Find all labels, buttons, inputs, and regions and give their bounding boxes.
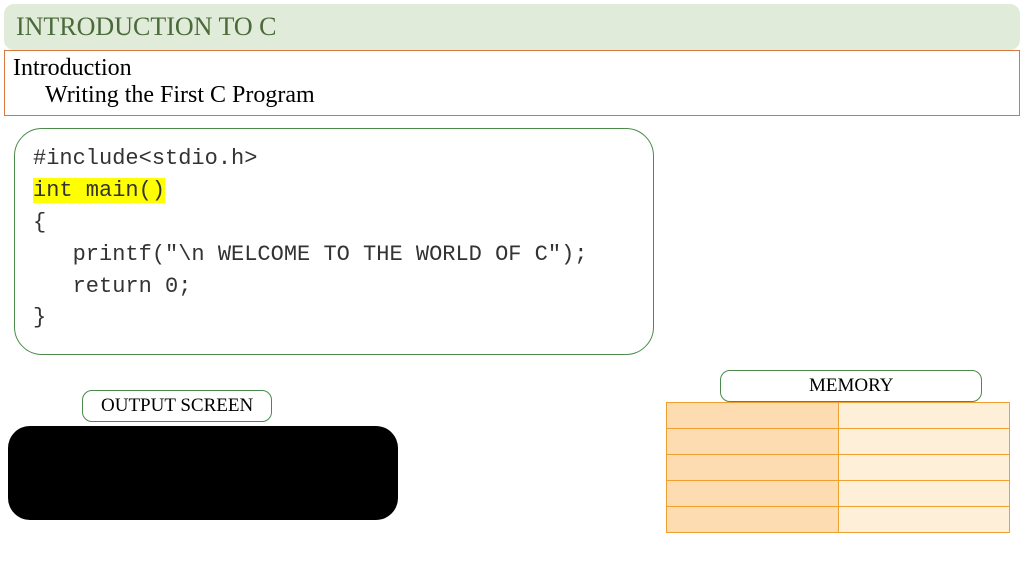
output-screen	[8, 426, 398, 520]
memory-row	[667, 429, 1010, 455]
memory-label: MEMORY	[809, 375, 893, 396]
slide-title-bar: INTRODUCTION TO C	[4, 4, 1020, 50]
memory-row	[667, 455, 1010, 481]
memory-cell	[838, 455, 1010, 481]
output-label-box: OUTPUT SCREEN	[82, 390, 272, 422]
subtitle-line2: Writing the First C Program	[13, 82, 1011, 109]
code-line-4: printf("\n WELCOME TO THE WORLD OF C");	[33, 239, 635, 271]
code-line-1: #include<stdio.h>	[33, 143, 635, 175]
code-line-3: {	[33, 207, 635, 239]
memory-row	[667, 403, 1010, 429]
memory-cell	[667, 481, 839, 507]
subtitle-box: Introduction Writing the First C Program	[4, 50, 1020, 116]
memory-cell	[667, 507, 839, 533]
code-line-6: }	[33, 302, 635, 334]
memory-table	[666, 402, 1010, 533]
memory-cell	[667, 403, 839, 429]
code-line-5: return 0;	[33, 271, 635, 303]
memory-label-box: MEMORY	[720, 370, 982, 402]
memory-row	[667, 481, 1010, 507]
memory-row	[667, 507, 1010, 533]
memory-cell	[667, 429, 839, 455]
memory-cell	[838, 481, 1010, 507]
subtitle-line1: Introduction	[13, 55, 1011, 82]
memory-cell	[667, 455, 839, 481]
memory-cell	[838, 403, 1010, 429]
memory-cell	[838, 429, 1010, 455]
slide-title: INTRODUCTION TO C	[16, 12, 276, 41]
code-line-2: int main()	[33, 175, 635, 207]
code-box: #include<stdio.h> int main() { printf("\…	[14, 128, 654, 355]
memory-cell	[838, 507, 1010, 533]
output-label: OUTPUT SCREEN	[101, 395, 253, 416]
highlighted-code: int main()	[33, 178, 165, 203]
